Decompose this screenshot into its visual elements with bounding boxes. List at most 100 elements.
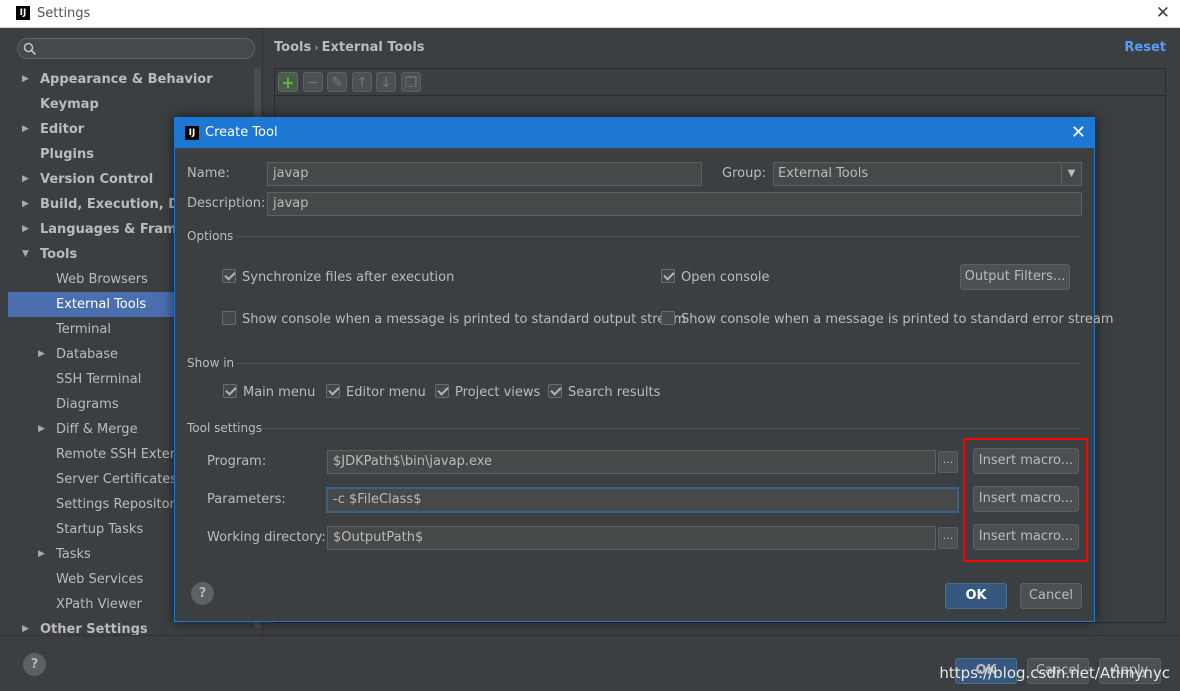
checkbox-checked-icon bbox=[548, 384, 562, 398]
main-menu-label: Main menu bbox=[243, 385, 316, 400]
sidebar-item-label: Tools bbox=[40, 247, 78, 262]
working-directory-label: Working directory: bbox=[207, 530, 326, 545]
sidebar-item-label: Server Certificates bbox=[56, 472, 178, 487]
chevron-right-icon[interactable]: ▶ bbox=[22, 192, 29, 217]
remove-icon[interactable]: − bbox=[303, 72, 323, 92]
sidebar-item-label: Version Control bbox=[40, 172, 154, 187]
project-views-label: Project views bbox=[455, 385, 541, 400]
window-close-icon[interactable]: ✕ bbox=[1156, 3, 1170, 23]
editor-menu-checkbox[interactable]: Editor menu bbox=[326, 384, 426, 401]
checkbox-checked-icon bbox=[435, 384, 449, 398]
settings-footer: ? OK Cancel Apply bbox=[0, 635, 1180, 691]
search-results-checkbox[interactable]: Search results bbox=[548, 384, 660, 401]
breadcrumb-current: External Tools bbox=[321, 40, 425, 55]
chevron-right-icon[interactable]: ▶ bbox=[22, 217, 29, 242]
chevron-right-icon[interactable]: ▶ bbox=[38, 342, 45, 367]
chevron-down-icon[interactable]: ▼ bbox=[22, 242, 29, 267]
breadcrumb-separator: › bbox=[314, 41, 319, 54]
search-icon bbox=[23, 42, 37, 56]
sidebar-item-label: Diff & Merge bbox=[56, 422, 138, 437]
show-console-stderr-label: Show console when a message is printed t… bbox=[681, 312, 1114, 327]
sidebar-item-label: Remote SSH Externa bbox=[56, 447, 192, 462]
reset-link[interactable]: Reset bbox=[1124, 40, 1166, 55]
chevron-right-icon[interactable]: ▶ bbox=[22, 67, 29, 92]
sidebar-item-keymap[interactable]: Keymap bbox=[8, 92, 262, 117]
chevron-right-icon[interactable]: ▶ bbox=[22, 167, 29, 192]
options-separator bbox=[237, 236, 1081, 237]
dialog-titlebar: IJ Create Tool ✕ bbox=[175, 118, 1094, 148]
window-titlebar: IJ Settings ✕ bbox=[0, 0, 1180, 28]
project-views-checkbox[interactable]: Project views bbox=[435, 384, 540, 401]
checkbox-checked-icon bbox=[222, 269, 236, 283]
show-console-stdout-checkbox[interactable]: Show console when a message is printed t… bbox=[222, 311, 686, 328]
description-field[interactable]: javap bbox=[267, 192, 1082, 216]
sidebar-item-label: Keymap bbox=[40, 97, 99, 112]
intellij-logo-icon: IJ bbox=[16, 6, 30, 20]
dialog-title: Create Tool bbox=[205, 125, 278, 140]
sidebar-item-label: SSH Terminal bbox=[56, 372, 142, 387]
checkbox-checked-icon bbox=[661, 269, 675, 283]
working-directory-field[interactable]: $OutputPath$ bbox=[327, 526, 936, 550]
chevron-right-icon[interactable]: ▶ bbox=[22, 117, 29, 142]
checkbox-unchecked-icon bbox=[222, 311, 236, 325]
settings-search-input[interactable] bbox=[17, 38, 255, 59]
sidebar-item-appearance-behavior[interactable]: ▶ Appearance & Behavior bbox=[8, 67, 262, 92]
create-tool-dialog: IJ Create Tool ✕ Name: javap Group: Exte… bbox=[174, 117, 1114, 622]
chevron-down-icon[interactable]: ▼ bbox=[1061, 163, 1081, 185]
copy-icon[interactable]: ❐ bbox=[401, 72, 421, 92]
group-combo-value: External Tools bbox=[778, 166, 869, 181]
edit-icon[interactable]: ✎ bbox=[327, 72, 347, 92]
breadcrumb-parent: Tools bbox=[274, 40, 312, 55]
main-menu-checkbox[interactable]: Main menu bbox=[223, 384, 315, 401]
sidebar-item-label: Web Services bbox=[56, 572, 144, 587]
program-field[interactable]: $JDKPath$\bin\javap.exe bbox=[327, 450, 936, 474]
sidebar-item-label: Database bbox=[56, 347, 119, 362]
window-title: Settings bbox=[37, 6, 91, 21]
working-directory-browse-button[interactable]: ... bbox=[938, 527, 958, 549]
chevron-right-icon[interactable]: ▶ bbox=[38, 417, 45, 442]
watermark-text: https://blog.csdn.net/Atimynyc bbox=[939, 664, 1170, 682]
show-console-stderr-checkbox[interactable]: Show console when a message is printed t… bbox=[661, 311, 1114, 328]
open-console-checkbox[interactable]: Open console bbox=[661, 269, 770, 286]
program-label: Program: bbox=[207, 454, 267, 469]
search-results-label: Search results bbox=[568, 385, 661, 400]
editor-menu-label: Editor menu bbox=[346, 385, 426, 400]
add-icon[interactable]: + bbox=[278, 72, 298, 92]
sidebar-item-label: Terminal bbox=[56, 322, 111, 337]
dialog-cancel-button[interactable]: Cancel bbox=[1020, 583, 1082, 609]
chevron-right-icon[interactable]: ▶ bbox=[22, 617, 29, 635]
sidebar-item-label: XPath Viewer bbox=[56, 597, 142, 612]
sync-files-label: Synchronize files after execution bbox=[242, 270, 455, 285]
sidebar-item-label: Tasks bbox=[56, 547, 91, 562]
move-down-icon[interactable]: ↓ bbox=[376, 72, 396, 92]
show-in-section-title: Show in bbox=[187, 356, 235, 370]
highlight-annotation-box bbox=[963, 438, 1088, 562]
open-console-label: Open console bbox=[681, 270, 770, 285]
dialog-close-icon[interactable]: ✕ bbox=[1071, 122, 1086, 143]
output-filters-button[interactable]: Output Filters... bbox=[960, 264, 1070, 290]
group-combo[interactable]: External Tools ▼ bbox=[773, 162, 1082, 186]
program-browse-button[interactable]: ... bbox=[938, 451, 958, 473]
sidebar-item-label: Web Browsers bbox=[56, 272, 148, 287]
sidebar-item-label: External Tools bbox=[56, 297, 147, 312]
group-label: Group: bbox=[722, 166, 766, 181]
options-section-title: Options bbox=[187, 229, 234, 243]
parameters-label: Parameters: bbox=[207, 492, 286, 507]
sidebar-item-label: Startup Tasks bbox=[56, 522, 144, 537]
sidebar-item-label: Editor bbox=[40, 122, 85, 137]
parameters-field[interactable]: -c $FileClass$ bbox=[327, 488, 958, 512]
help-icon[interactable]: ? bbox=[191, 582, 214, 605]
move-up-icon[interactable]: ↑ bbox=[352, 72, 372, 92]
show-in-separator bbox=[237, 363, 1081, 364]
checkbox-checked-icon bbox=[326, 384, 340, 398]
dialog-ok-button[interactable]: OK bbox=[945, 583, 1007, 609]
sync-files-checkbox[interactable]: Synchronize files after execution bbox=[222, 269, 454, 286]
help-icon[interactable]: ? bbox=[23, 653, 46, 676]
tool-settings-section-title: Tool settings bbox=[187, 421, 262, 435]
sidebar-item-label: Other Settings bbox=[40, 622, 148, 635]
show-console-stdout-label: Show console when a message is printed t… bbox=[242, 312, 686, 327]
sidebar-item-label: Plugins bbox=[40, 147, 94, 162]
chevron-right-icon[interactable]: ▶ bbox=[38, 542, 45, 567]
intellij-logo-icon: IJ bbox=[185, 126, 199, 140]
name-field[interactable]: javap bbox=[267, 162, 702, 186]
